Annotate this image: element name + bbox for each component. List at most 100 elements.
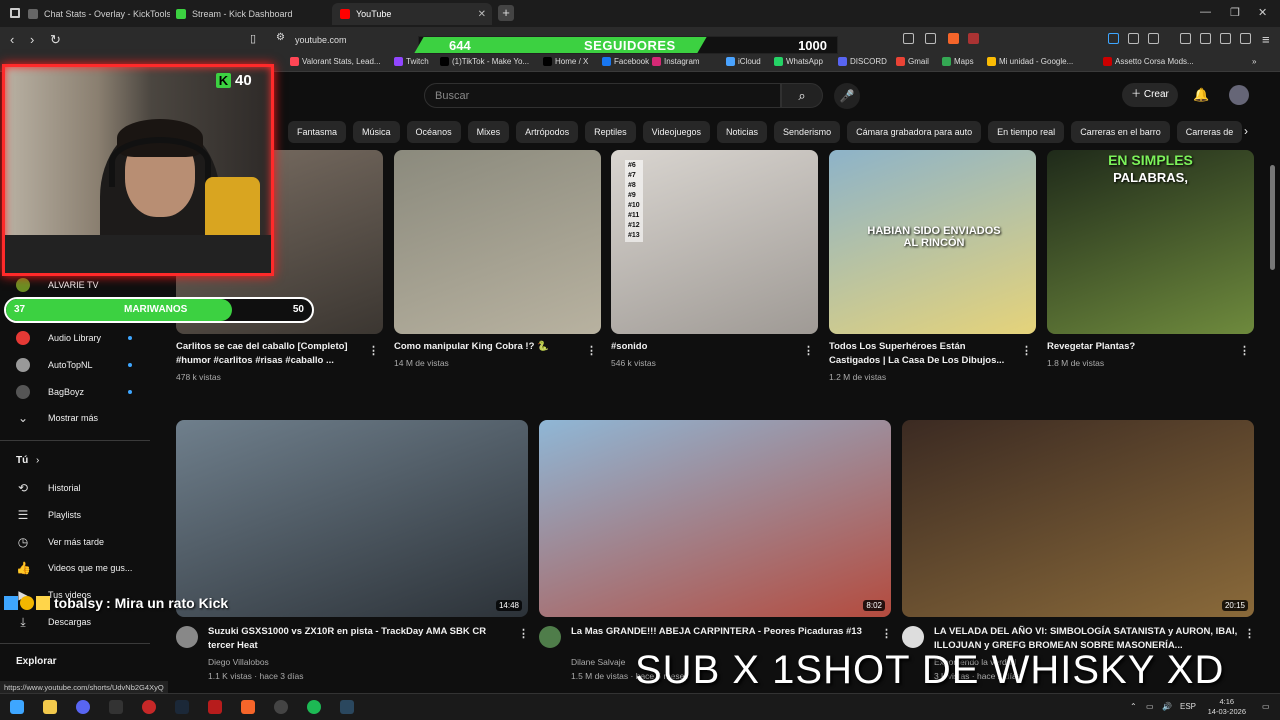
tray-chevron-icon[interactable]: ⌃ — [1130, 702, 1137, 711]
windows-start-icon[interactable] — [10, 700, 24, 714]
brave-shield-icon[interactable] — [948, 33, 959, 44]
sidebar-item-history[interactable]: ⟲ Historial — [16, 481, 81, 495]
share-icon[interactable] — [925, 33, 936, 44]
site-info-icon[interactable]: ⚙ — [276, 32, 285, 43]
sidebar-subscription[interactable]: AutoTopNL — [16, 358, 93, 372]
video-thumbnail[interactable]: 8:02 — [539, 420, 891, 617]
chip-10[interactable]: En tiempo real — [988, 121, 1065, 143]
tab-youtube[interactable]: YouTube ✕ — [332, 3, 492, 25]
short-title[interactable]: #sonido — [611, 340, 796, 354]
bookmark-item[interactable]: Valorant Stats, Lead... — [290, 57, 381, 66]
bookmarks-more-icon[interactable]: » — [1252, 57, 1256, 66]
more-options-icon[interactable]: ⋮ — [518, 627, 529, 640]
obs-icon[interactable] — [274, 700, 288, 714]
spotify-icon[interactable] — [307, 700, 321, 714]
voice-search-button[interactable]: 🎤 — [834, 83, 860, 109]
more-options-icon[interactable]: ⋮ — [586, 344, 597, 357]
sidebar-subscription[interactable]: ALVARIE TV — [16, 278, 99, 292]
video-thumbnail[interactable]: 14:48 — [176, 420, 528, 617]
back-icon[interactable]: ‹ — [10, 32, 14, 47]
search-input[interactable]: Buscar — [424, 83, 781, 108]
chevron-right-icon[interactable]: › — [1244, 124, 1248, 138]
sidebar-item-liked-videos[interactable]: 👍 Videos que me gus... — [16, 561, 132, 575]
short-thumbnail[interactable] — [394, 150, 601, 334]
screen-icon[interactable] — [903, 33, 914, 44]
close-window-icon[interactable]: ✕ — [1258, 6, 1267, 19]
bookmark-item[interactable]: Gmail — [896, 57, 929, 66]
channel-name[interactable]: Dilane Salvaje — [571, 655, 625, 669]
language-indicator[interactable]: ESP — [1180, 702, 1196, 711]
bookmark-item[interactable]: DISCORD — [838, 57, 887, 66]
volume-icon[interactable]: 🔊 — [1162, 702, 1172, 711]
notifications-bell-icon[interactable]: 🔔 — [1193, 87, 1209, 103]
app-icon-racing[interactable] — [208, 700, 222, 714]
channel-avatar[interactable] — [902, 626, 924, 648]
scrollbar[interactable] — [1270, 165, 1275, 270]
chip-4[interactable]: Artrópodos — [516, 121, 579, 143]
chip-1[interactable]: Música — [353, 121, 400, 143]
steam-icon-2[interactable] — [340, 700, 354, 714]
sidebar-subscription[interactable]: BagBoyz — [16, 385, 84, 399]
channel-name[interactable]: Diego Villalobos — [208, 655, 269, 669]
bookmark-item[interactable]: Facebook — [602, 57, 649, 66]
short-thumbnail[interactable]: EN SIMPLES PALABRAS, — [1047, 150, 1254, 334]
chip-3[interactable]: Mixes — [467, 121, 510, 143]
steam-icon[interactable] — [175, 700, 189, 714]
more-options-icon[interactable]: ⋮ — [803, 344, 814, 357]
rewards-icon[interactable] — [968, 33, 979, 44]
bookmark-item[interactable]: Maps — [942, 57, 974, 66]
chip-11[interactable]: Carreras en el barro — [1071, 121, 1170, 143]
extension-icon-2[interactable] — [1128, 33, 1139, 44]
bookmark-item[interactable]: Home / X — [543, 57, 588, 66]
wallet-icon[interactable] — [1200, 33, 1211, 44]
bookmark-item[interactable]: iCloud — [726, 57, 761, 66]
notification-center-icon[interactable]: ▭ — [1262, 702, 1270, 711]
more-options-icon[interactable]: ⋮ — [881, 627, 892, 640]
sidebar-item-playlists[interactable]: ☰ Playlists — [16, 508, 81, 522]
channel-avatar[interactable] — [539, 626, 561, 648]
menu-icon[interactable] — [10, 8, 20, 18]
app-icon-red[interactable] — [142, 700, 156, 714]
bookmark-item[interactable]: Mi unidad - Google... — [987, 57, 1073, 66]
sidebar-subscription[interactable]: Audio Library — [16, 331, 101, 345]
chip-8[interactable]: Senderismo — [774, 121, 841, 143]
extension-icon-3[interactable] — [1148, 33, 1159, 44]
bookmark-item[interactable]: Twitch — [394, 57, 429, 66]
bookmark-icon[interactable]: ▯ — [250, 32, 256, 45]
short-thumbnail[interactable]: HABIAN SIDO ENVIADOS AL RINCÓN — [829, 150, 1036, 334]
brave-icon[interactable] — [241, 700, 255, 714]
avatar[interactable] — [1229, 85, 1249, 105]
chip-5[interactable]: Reptiles — [585, 121, 636, 143]
vpn-icon[interactable] — [1240, 33, 1251, 44]
tab-kicktools[interactable]: Chat Stats - Overlay - KickTools — [20, 3, 170, 25]
short-title[interactable]: Revegetar Plantas? — [1047, 340, 1232, 354]
short-title[interactable]: Como manipular King Cobra !? 🐍 — [394, 340, 579, 354]
epic-games-icon[interactable] — [109, 700, 123, 714]
video-title[interactable]: Suzuki GSXS1000 vs ZX10R en pista - Trac… — [208, 625, 513, 653]
file-explorer-icon[interactable] — [43, 700, 57, 714]
more-options-icon[interactable]: ⋮ — [1021, 344, 1032, 357]
chip-9[interactable]: Cámara grabadora para auto — [847, 121, 982, 143]
address-bar[interactable]: youtube.com — [295, 35, 347, 45]
section-you[interactable]: Tú — [16, 455, 28, 466]
restore-icon[interactable]: ❐ — [1230, 6, 1240, 19]
show-more-button[interactable]: ⌄ Mostrar más — [16, 411, 98, 425]
minimize-icon[interactable]: — — [1200, 6, 1211, 18]
bookmark-item[interactable]: Instagram — [652, 57, 700, 66]
video-thumbnail[interactable]: 20:15 — [902, 420, 1254, 617]
forward-icon[interactable]: › — [30, 32, 34, 47]
chip-7[interactable]: Noticias — [717, 121, 768, 143]
new-tab-button[interactable]: + — [498, 5, 514, 21]
chip-6[interactable]: Videojuegos — [642, 121, 711, 143]
video-title[interactable]: La Mas GRANDE!!! ABEJA CARPINTERA - Peor… — [571, 625, 876, 639]
extension-icon-1[interactable] — [1108, 33, 1119, 44]
close-tab-icon[interactable]: ✕ — [478, 9, 486, 20]
more-options-icon[interactable]: ⋮ — [1239, 344, 1250, 357]
short-title[interactable]: Todos Los Superhéroes Están Castigados |… — [829, 340, 1014, 368]
short-title[interactable]: Carlitos se cae del caballo [Completo] #… — [176, 340, 361, 368]
chip-2[interactable]: Océanos — [406, 121, 461, 143]
network-icon[interactable]: ▭ — [1146, 702, 1154, 711]
more-options-icon[interactable]: ⋮ — [368, 344, 379, 357]
channel-avatar[interactable] — [176, 626, 198, 648]
sidebar-item-watch-later[interactable]: ◷ Ver más tarde — [16, 535, 104, 549]
